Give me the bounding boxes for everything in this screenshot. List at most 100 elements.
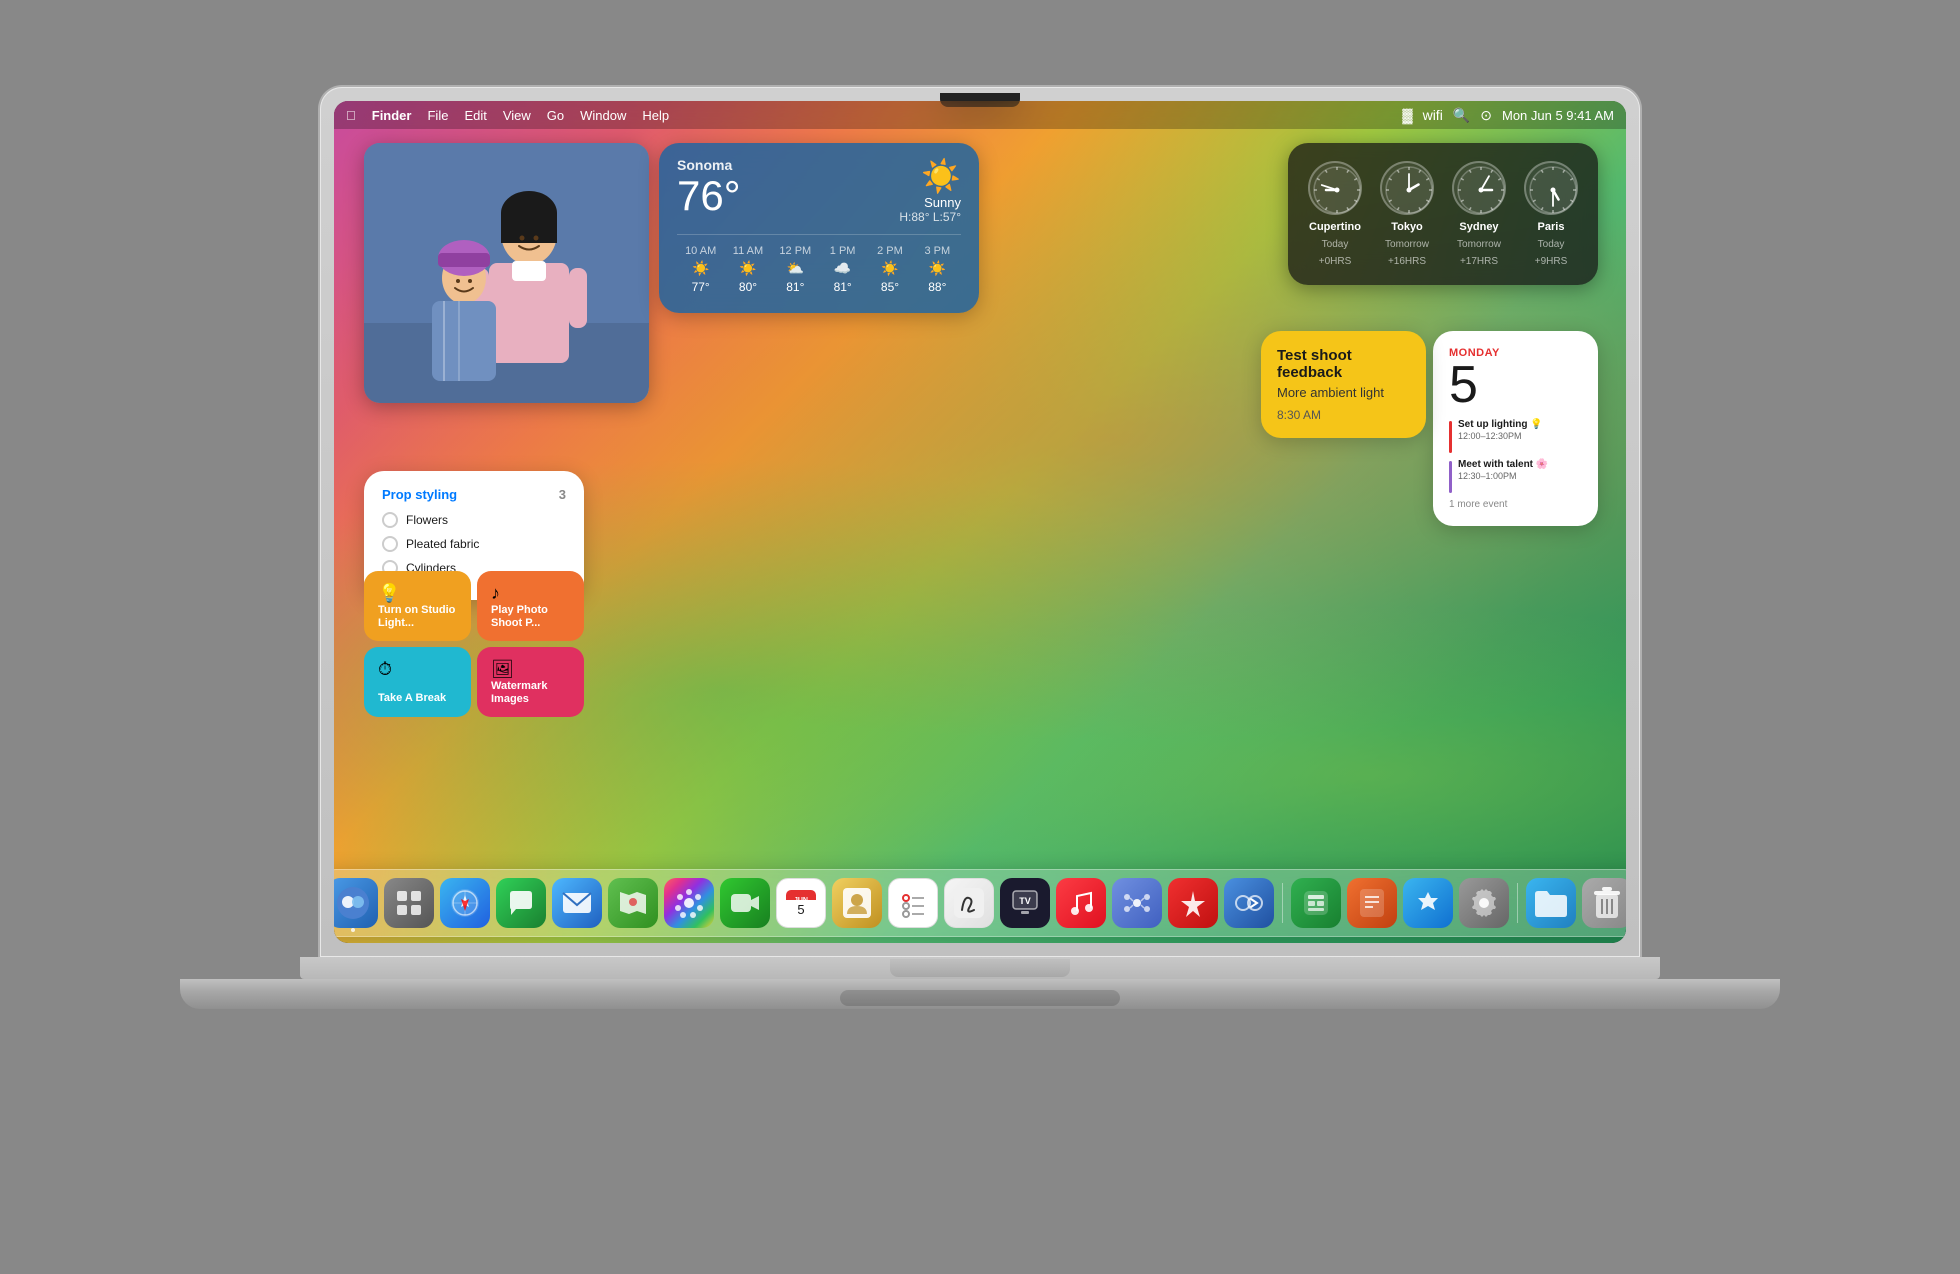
battery-icon[interactable]: ▓ [1402,107,1412,123]
dock-separator-2 [1517,883,1518,923]
clock-face-sydney [1452,161,1506,215]
dock-app-music[interactable] [1056,878,1106,928]
menu-bar:  Finder File Edit View Go Window Help ▓… [334,101,1626,129]
clock-day-paris: Today [1538,239,1565,250]
search-icon[interactable]: 🔍 [1453,107,1470,124]
dock-app-maps[interactable] [608,878,658,928]
clock-face-cupertino [1308,161,1362,215]
clock-day-cupertino: Today [1322,239,1349,250]
finder-menu[interactable]: Finder [372,108,412,123]
view-menu[interactable]: View [503,108,531,123]
dock-app-finder[interactable] [334,878,378,928]
dock: 5JUN TV [334,869,1626,937]
edit-menu[interactable]: Edit [464,108,486,123]
datetime-display: Mon Jun 5 9:41 AM [1502,108,1614,123]
dock-app-messages[interactable] [496,878,546,928]
reminders-title: Prop styling [382,487,457,502]
dock-app-pages[interactable] [1347,878,1397,928]
clock-item-tokyo: Tokyo Tomorrow +16HRS [1380,161,1434,267]
clock-item-sydney: Sydney Tomorrow +17HRS [1452,161,1506,267]
notes-subtitle: More ambient light [1277,385,1410,400]
event-time-1: 12:00–12:30PM [1458,431,1543,441]
calendar-event-1: Set up lighting 💡 12:00–12:30PM [1449,419,1582,453]
shortcuts-widget: 💡 Turn on Studio Light... ♪ Play Photo S… [364,571,584,717]
clock-city-tokyo: Tokyo [1391,221,1423,233]
shortcut-photo-shoot[interactable]: ♪ Play Photo Shoot P... [477,571,584,641]
dock-app-freeform[interactable] [944,878,994,928]
file-menu[interactable]: File [427,108,448,123]
shortcut-watermark[interactable]: 🖼 Watermark Images [477,647,584,717]
dock-app-calendar[interactable]: 5JUN [776,878,826,928]
reminder-circle-2[interactable] [382,536,398,552]
weather-temp: 76° [677,173,741,219]
calendar-day: 5 [1449,359,1582,411]
photo-image [364,143,649,403]
menu-bar-right: ▓ wifi 🔍 ⊙ Mon Jun 5 9:41 AM [1402,107,1614,124]
dock-app-trash[interactable] [1582,878,1626,928]
dock-app-settings[interactable] [1459,878,1509,928]
weather-hour-item: 2 PM ☀️ 85° [866,245,913,294]
shortcut-icon-light: 💡 [378,583,457,604]
clock-day-sydney: Tomorrow [1457,239,1501,250]
help-menu[interactable]: Help [642,108,669,123]
go-menu[interactable]: Go [547,108,564,123]
macbook-bottom [180,979,1780,1009]
weather-hour-item: 12 PM ⛅ 81° [772,245,819,294]
macbook-frame:  Finder File Edit View Go Window Help ▓… [280,87,1680,1187]
dock-app-safari[interactable] [440,878,490,928]
dock-app-migration[interactable] [1224,878,1274,928]
reminder-label-2: Pleated fabric [406,537,479,551]
shortcut-studio-light[interactable]: 💡 Turn on Studio Light... [364,571,471,641]
reminder-label-1: Flowers [406,513,448,527]
calendar-event-2: Meet with talent 🌸 12:30–1:00PM [1449,459,1582,493]
reminder-circle-1[interactable] [382,512,398,528]
screen:  Finder File Edit View Go Window Help ▓… [334,101,1626,943]
shortcut-label-music: Play Photo Shoot P... [491,604,570,630]
dock-app-mail[interactable] [552,878,602,928]
dock-app-news[interactable] [1168,878,1218,928]
photo-widget [364,143,649,403]
trackpad[interactable] [840,990,1120,1006]
clocks-widget: Cupertino Today +0HRS Tokyo Tomorrow +16… [1288,143,1598,285]
notes-widget: Test shoot feedback More ambient light 8… [1261,331,1426,438]
clock-face-paris [1524,161,1578,215]
calendar-more: 1 more event [1449,499,1582,510]
shortcut-break[interactable]: ⏱ Take A Break [364,647,471,717]
calendar-widget: Monday 5 Set up lighting 💡 12:00–12:30PM… [1433,331,1598,526]
dock-app-contacts[interactable] [832,878,882,928]
weather-forecast: 10 AM ☀️ 77° 11 AM ☀️ 80° 12 PM ⛅ 81° 1 … [677,234,961,294]
clock-day-tokyo: Tomorrow [1385,239,1429,250]
control-center-icon[interactable]: ⊙ [1480,107,1492,124]
event-time-2: 12:30–1:00PM [1458,471,1548,481]
dock-app-numbers[interactable] [1291,878,1341,928]
dock-dot-finder [351,928,355,932]
dock-app-folder[interactable] [1526,878,1576,928]
weather-widget: Sonoma 76° ☀️ Sunny H:88° L:57° 10 AM ☀️ [659,143,979,313]
notes-title: Test shoot feedback [1277,347,1410,381]
shortcut-icon-break: ⏱ [378,659,457,680]
clock-city-sydney: Sydney [1459,221,1498,233]
weather-hour-item: 11 AM ☀️ 80° [724,245,771,294]
dock-app-facetime[interactable] [720,878,770,928]
svg-text:JUN: JUN [794,897,808,904]
dock-app-mindnode[interactable] [1112,878,1162,928]
apple-menu[interactable]:  [346,109,356,122]
shortcut-icon-watermark: 🖼 [491,659,570,680]
dock-app-tv[interactable]: TV [1000,878,1050,928]
window-menu[interactable]: Window [580,108,626,123]
dock-app-photos[interactable] [664,878,714,928]
clock-item-paris: Paris Today +9HRS [1524,161,1578,267]
dock-app-reminders[interactable] [888,878,938,928]
event-color-bar-1 [1449,421,1452,453]
clock-item-cupertino: Cupertino Today +0HRS [1308,161,1362,267]
dock-app-appstore[interactable] [1403,878,1453,928]
wifi-icon[interactable]: wifi [1423,107,1443,123]
reminders-count: 3 [559,487,566,502]
reminder-item-flowers: Flowers [382,512,566,528]
shortcut-label-break: Take A Break [378,692,457,705]
dock-app-launchpad[interactable] [384,878,434,928]
clock-offset-tokyo: +16HRS [1388,256,1426,267]
macbook-base [300,957,1660,979]
weather-hour-item: 1 PM ☁️ 81° [819,245,866,294]
event-title-2: Meet with talent 🌸 [1458,459,1548,470]
